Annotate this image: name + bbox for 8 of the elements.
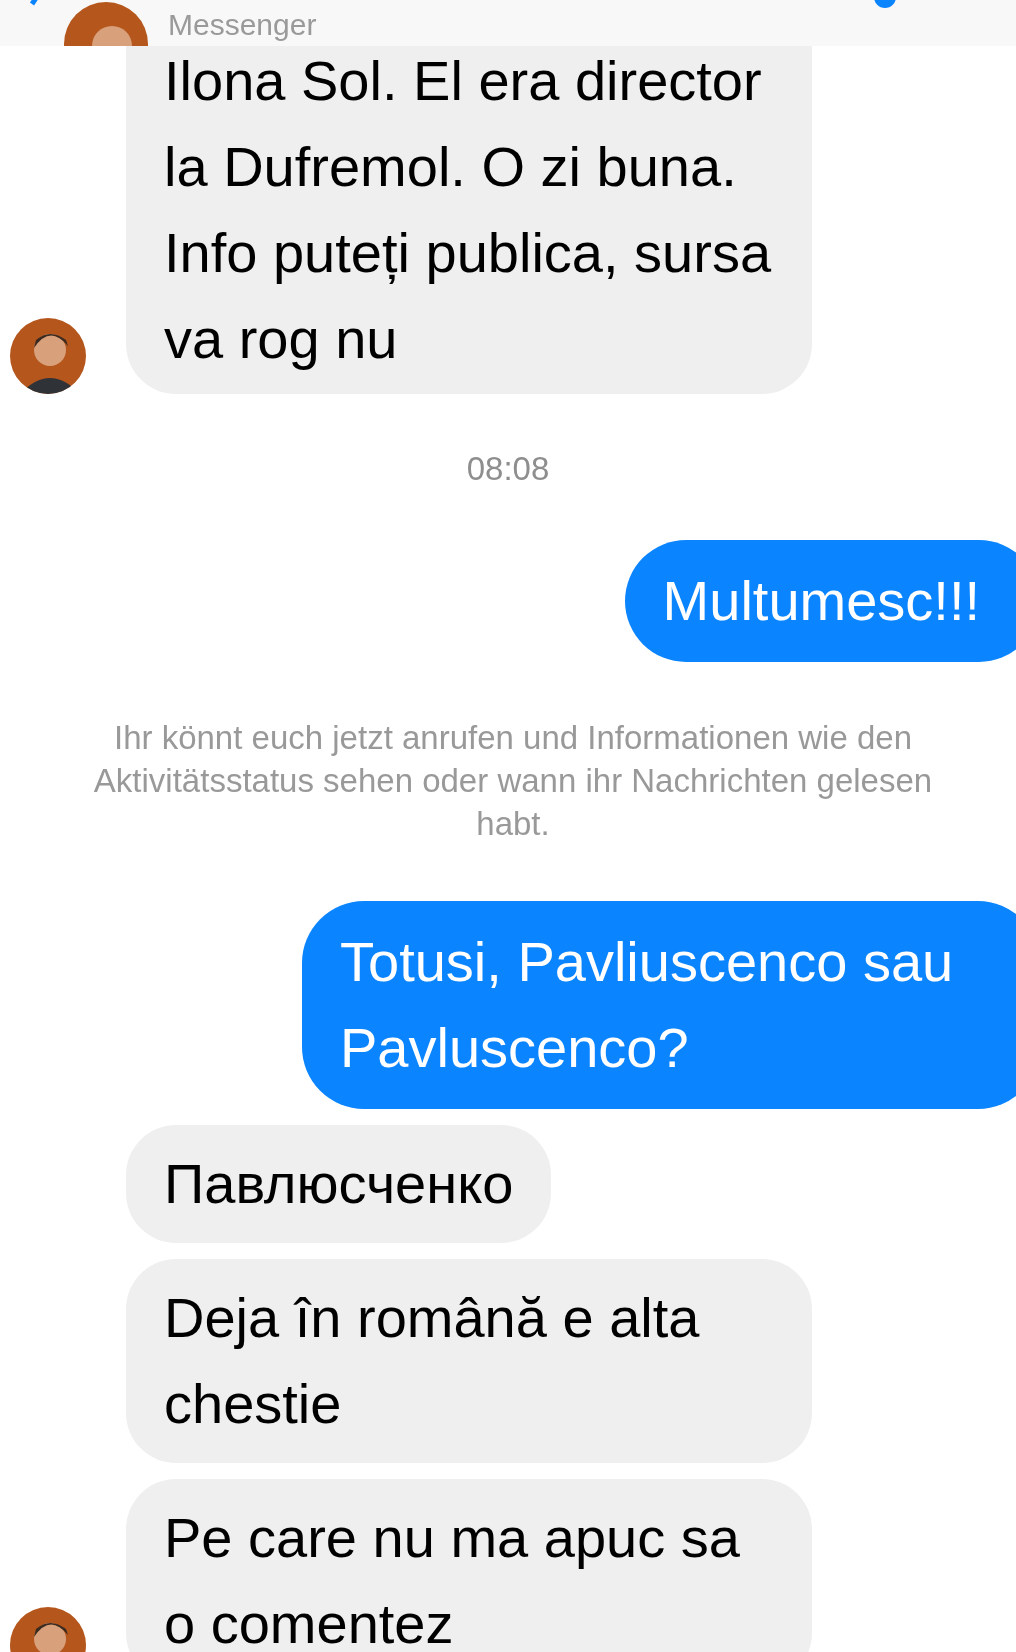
message-bubble: Павлюсченко (126, 1125, 552, 1243)
header-subtitle: Messenger (168, 8, 317, 42)
message-bubble: Pe care nu ma apuc sa o comentez (126, 1479, 812, 1652)
system-notice: Ihr könnt euch jetzt anrufen und Informationen wie den Aktivitätsstatus sehen oder wann ihr Nachrichten gelesen habt. (92, 718, 934, 844)
message-bubble: Totusi, Pavliuscenco sau Pavluscenco? (302, 901, 1016, 1109)
message-bubble: Multumesc!!! (624, 540, 1016, 662)
message-bubble: Deja în română e alta chestie (126, 1259, 812, 1463)
timestamp: 08:08 (465, 450, 551, 488)
